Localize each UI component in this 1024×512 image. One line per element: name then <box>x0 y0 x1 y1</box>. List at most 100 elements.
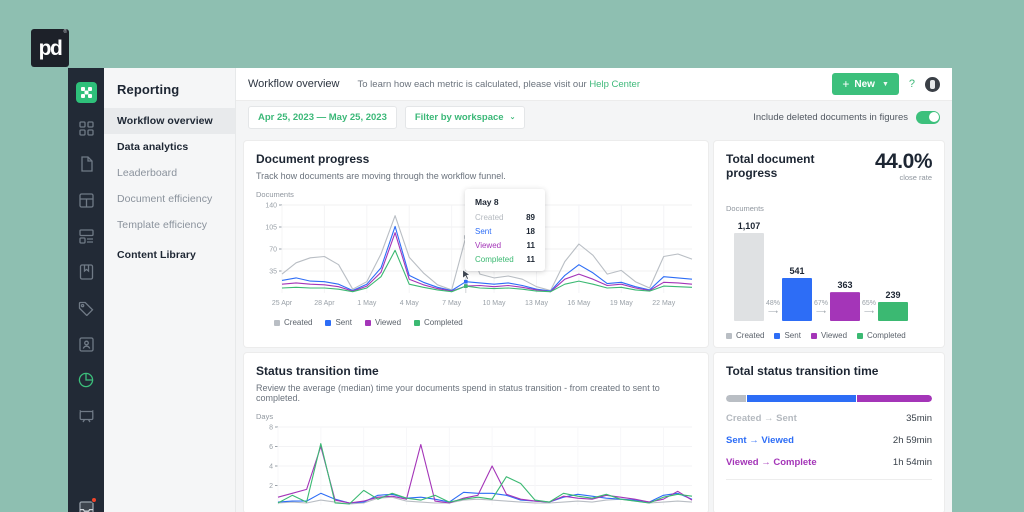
card-title: Total document progress <box>726 152 851 180</box>
avatar-glyph <box>930 80 935 89</box>
legend-item[interactable]: Completed <box>857 331 906 340</box>
status-transition-time-chart[interactable]: 2468 <box>256 421 696 507</box>
svg-text:19 May: 19 May <box>610 300 633 307</box>
transition-label: Viewed → Complete <box>726 457 817 468</box>
pandadoc-logo[interactable]: pd ® <box>31 29 69 67</box>
apps-grid-active-icon[interactable] <box>68 74 104 110</box>
svg-text:239: 239 <box>885 290 900 300</box>
svg-text:48%: 48% <box>766 300 780 307</box>
templates-icon[interactable] <box>68 182 104 218</box>
legend-item[interactable]: Created <box>274 318 312 327</box>
legend-item[interactable]: Viewed <box>811 331 847 340</box>
legend-swatch <box>414 320 420 326</box>
legend-label: Completed <box>424 318 463 327</box>
svg-text:65%: 65% <box>862 300 876 307</box>
svg-text:22 May: 22 May <box>652 300 675 307</box>
top-bar: Workflow overview To learn how each metr… <box>236 68 952 101</box>
help-hint-text: To learn how each metric is calculated, … <box>358 79 587 90</box>
legend-item[interactable]: Sent <box>774 331 800 340</box>
svg-text:1 May: 1 May <box>357 300 377 307</box>
sidebar-item-document-efficiency[interactable]: Document efficiency <box>104 186 235 212</box>
legend-item[interactable]: Completed <box>414 318 463 327</box>
logo-registered-mark: ® <box>63 30 67 35</box>
left-icon-rail <box>68 68 104 512</box>
dashboard-content: Document progress Track how documents ar… <box>236 133 952 512</box>
avatar[interactable] <box>925 77 940 92</box>
forms-icon[interactable] <box>68 218 104 254</box>
legend-label: Sent <box>784 331 800 340</box>
documents-icon[interactable] <box>68 146 104 182</box>
sidebar-item-workflow-overview[interactable]: Workflow overview <box>104 108 235 134</box>
workspace-filter-dropdown[interactable]: Filter by workspace ⌄ <box>405 106 526 129</box>
svg-text:7 May: 7 May <box>442 300 462 307</box>
legend-swatch <box>811 333 817 339</box>
svg-text:⟶: ⟶ <box>768 309 778 316</box>
workspace-icon[interactable] <box>68 398 104 434</box>
sidebar-item-content-library[interactable]: Content Library <box>104 242 235 268</box>
card-title: Total status transition time <box>726 364 932 378</box>
legend-label: Viewed <box>821 331 847 340</box>
svg-text:25 Apr: 25 Apr <box>272 300 293 307</box>
sidebar-item-template-efficiency[interactable]: Template efficiency <box>104 212 235 238</box>
help-center-link[interactable]: Help Center <box>589 79 640 90</box>
transition-proportion-bar <box>726 395 932 402</box>
chevron-down-icon: ⌄ <box>510 113 516 121</box>
legend-label: Created <box>736 331 764 340</box>
tooltip-value-viewed: 11 <box>527 241 535 250</box>
page-title: Workflow overview <box>248 78 340 90</box>
reporting-pie-icon[interactable] <box>68 362 104 398</box>
legend-item[interactable]: Viewed <box>365 318 401 327</box>
new-button[interactable]: + New ▼ <box>832 73 899 95</box>
total-status-transition-time-card: Total status transition time Created → S… <box>714 353 944 512</box>
sidebar-item-label: Template efficiency <box>117 219 207 231</box>
help-hint: To learn how each metric is calculated, … <box>358 79 641 90</box>
include-deleted-label: Include deleted documents in figures <box>753 112 908 123</box>
legend-item[interactable]: Sent <box>325 318 351 327</box>
dashboard-grid-icon[interactable] <box>68 110 104 146</box>
sidebar-item-data-analytics[interactable]: Data analytics <box>104 134 235 160</box>
document-progress-legend: Created Sent Viewed Completed <box>274 318 696 327</box>
card-title: Status transition time <box>256 364 696 378</box>
transition-bar-segment <box>726 395 746 402</box>
transition-bar-segment <box>857 395 932 402</box>
sidebar-item-label: Leaderboard <box>117 167 177 179</box>
workspace-filter-label: Filter by workspace <box>415 112 504 123</box>
svg-text:105: 105 <box>265 225 277 232</box>
legend-item[interactable]: Created <box>726 331 764 340</box>
sidebar-item-leaderboard[interactable]: Leaderboard <box>104 160 235 186</box>
inbox-icon[interactable] <box>68 490 104 512</box>
transition-row-sent-viewed[interactable]: Sent → Viewed 2h 59min <box>726 435 932 446</box>
chevron-down-icon: ▼ <box>882 81 889 88</box>
transition-bar-segment <box>747 395 855 402</box>
legend-label: Created <box>284 318 312 327</box>
svg-text:8: 8 <box>269 425 273 432</box>
svg-text:10 May: 10 May <box>483 300 506 307</box>
chart-tooltip: May 8 Created89 Sent18 Viewed11 Complete… <box>465 189 545 271</box>
date-range-picker[interactable]: Apr 25, 2023 — May 25, 2023 <box>248 106 397 129</box>
tooltip-key-created: Created <box>475 213 503 222</box>
tooltip-value-completed: 11 <box>527 255 535 264</box>
close-rate-value: 44.0% <box>875 150 932 174</box>
transition-row-viewed-complete[interactable]: Viewed → Complete 1h 54min <box>726 457 932 468</box>
transition-value: 1h 54min <box>893 457 932 468</box>
contacts-icon[interactable] <box>68 326 104 362</box>
pricing-tag-icon[interactable] <box>68 290 104 326</box>
svg-text:28 Apr: 28 Apr <box>314 300 335 307</box>
help-question-icon[interactable]: ? <box>909 78 915 90</box>
mouse-cursor-icon <box>462 269 471 282</box>
catalog-icon[interactable] <box>68 254 104 290</box>
transition-value: 2h 59min <box>893 435 932 446</box>
svg-text:16 May: 16 May <box>567 300 590 307</box>
svg-text:70: 70 <box>269 247 277 254</box>
card-subtitle: Review the average (median) time your do… <box>256 383 696 403</box>
total-document-progress-chart[interactable]: 1,10754136323948%⟶67%⟶65%⟶ <box>726 213 932 325</box>
tooltip-value-sent: 18 <box>526 227 535 236</box>
legend-label: Viewed <box>375 318 401 327</box>
svg-text:35: 35 <box>269 269 277 276</box>
legend-swatch <box>325 320 331 326</box>
close-rate-label: close rate <box>875 173 932 182</box>
svg-text:13 May: 13 May <box>525 300 548 307</box>
transition-row-created-sent[interactable]: Created → Sent 35min <box>726 413 932 424</box>
tooltip-value-created: 89 <box>526 213 535 222</box>
include-deleted-toggle[interactable] <box>916 111 940 124</box>
